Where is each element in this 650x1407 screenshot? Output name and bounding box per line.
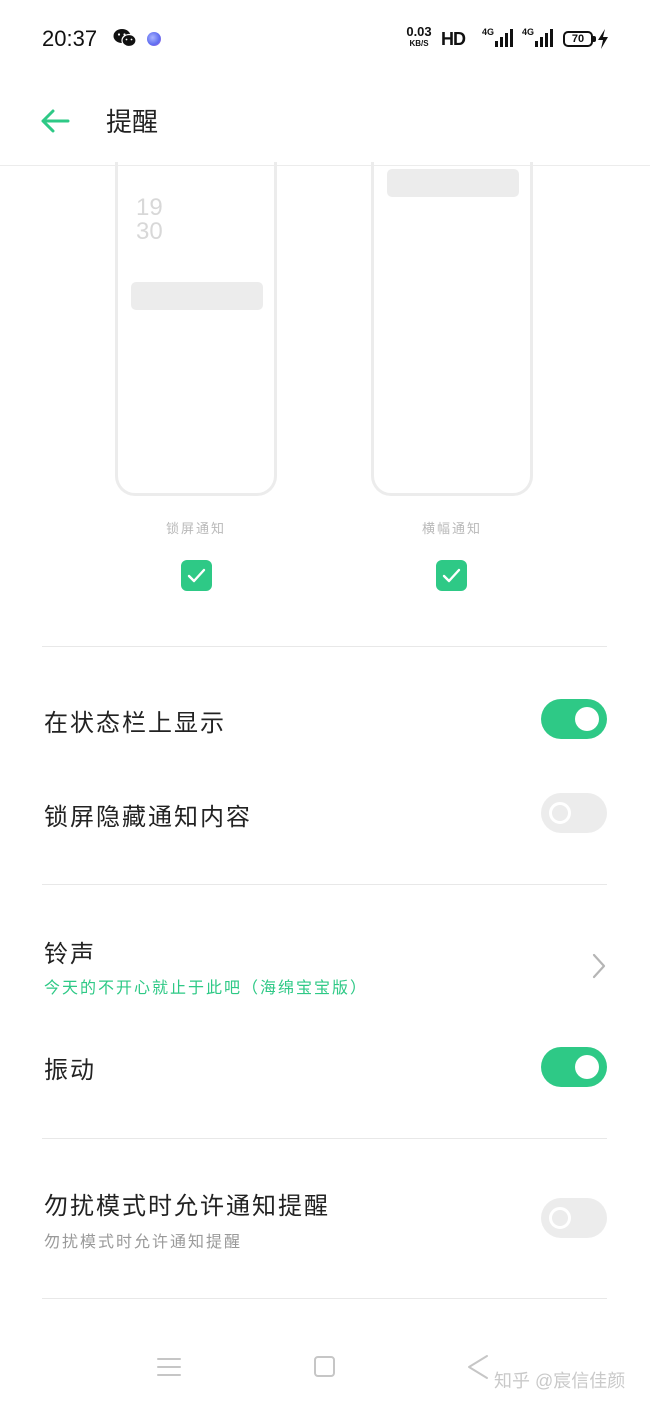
ringtone-label: 铃声	[44, 940, 96, 968]
preview-notification	[387, 169, 519, 197]
dnd-allow-toggle[interactable]	[541, 1198, 607, 1238]
hide-lockscreen-content-toggle[interactable]	[541, 793, 607, 833]
back-triangle-icon[interactable]	[466, 1354, 490, 1380]
vibration-toggle[interactable]	[541, 1047, 607, 1087]
network-speed-value: 0.03	[406, 24, 432, 39]
chevron-right-icon	[592, 953, 606, 979]
page-title: 提醒	[106, 108, 159, 138]
menu-icon[interactable]	[157, 1356, 181, 1378]
preview-clock-hour: 19	[136, 194, 163, 221]
network-speed-unit: KB/S	[409, 39, 429, 48]
battery-tip	[593, 36, 596, 42]
checkmark-icon	[187, 568, 206, 583]
signal-icon: 4G	[482, 27, 516, 49]
dnd-allow-label: 勿扰模式时允许通知提醒	[44, 1192, 330, 1220]
lock-screen-caption: 锁屏通知	[165, 522, 226, 537]
arrow-left-icon[interactable]	[38, 104, 72, 138]
preview-clock-minute: 30	[136, 218, 163, 245]
status-time: 20:37	[42, 26, 98, 51]
banner-preview[interactable]	[371, 162, 533, 496]
signal-icon: 4G	[522, 27, 556, 49]
network-speed: 0.03 KB/S	[402, 24, 436, 49]
signal-type-1: 4G	[482, 27, 495, 37]
battery-icon: 70	[563, 31, 593, 47]
checkmark-icon	[442, 568, 461, 583]
assistant-icon	[147, 32, 161, 46]
divider	[42, 646, 607, 647]
status-bar-display-label: 在状态栏上显示	[44, 709, 226, 737]
divider	[42, 1138, 607, 1139]
vibration-label: 振动	[44, 1056, 96, 1084]
hide-lockscreen-content-label: 锁屏隐藏通知内容	[44, 803, 252, 831]
status-bar: 20:37 0.03 KB/S HD 4G 4G 70	[0, 0, 650, 80]
wechat-icon	[113, 29, 137, 48]
divider	[42, 884, 607, 885]
lock-screen-preview[interactable]: 19 30	[115, 162, 277, 496]
app-header: 提醒	[0, 80, 650, 166]
dnd-allow-description: 勿扰模式时允许通知提醒	[44, 1232, 243, 1251]
divider	[42, 1298, 607, 1299]
lock-screen-checkbox[interactable]	[181, 560, 212, 591]
hd-label: HD	[441, 29, 466, 49]
signal-type-2: 4G	[522, 27, 535, 37]
banner-caption: 横幅通知	[421, 522, 482, 537]
charging-bolt-icon	[598, 29, 608, 49]
watermark: 知乎 @宸信佳颜	[494, 1371, 626, 1391]
preview-notification	[131, 282, 263, 310]
status-bar-display-toggle[interactable]	[541, 699, 607, 739]
banner-checkbox[interactable]	[436, 560, 467, 591]
home-icon[interactable]	[314, 1356, 335, 1377]
preview-clock: 19 30	[136, 196, 163, 244]
ringtone-value: 今天的不开心就止于此吧（海绵宝宝版）	[44, 978, 369, 997]
